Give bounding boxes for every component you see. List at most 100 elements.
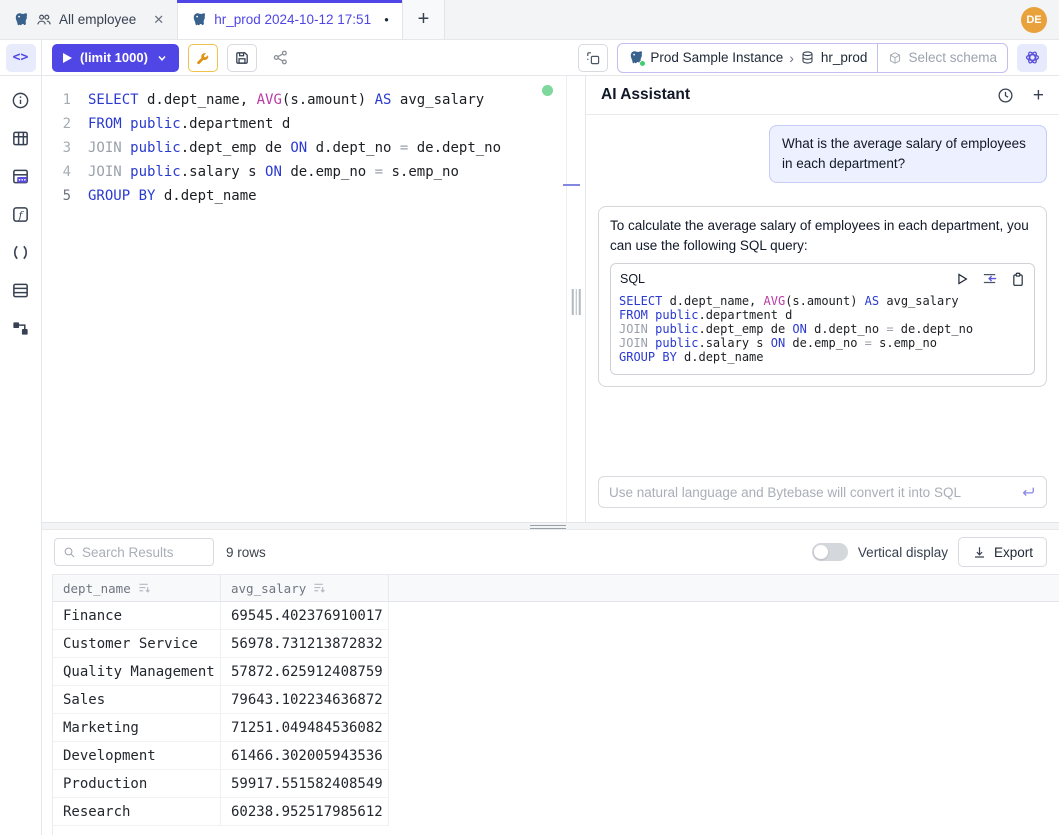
- scroll-ruler-mark: [563, 184, 580, 186]
- new-chat-icon[interactable]: +: [1033, 86, 1044, 105]
- postgresql-icon: [191, 12, 207, 28]
- database-icon: [800, 50, 815, 65]
- insert-into-editor-icon[interactable]: [982, 272, 998, 286]
- vertical-splitter[interactable]: [566, 76, 585, 522]
- results-header-right: Vertical display Export: [812, 537, 1047, 567]
- table-cell[interactable]: Production: [53, 770, 221, 798]
- format-icon: [585, 50, 601, 66]
- column-header-dept-name[interactable]: dept_name: [53, 575, 221, 601]
- table-row[interactable]: Finance69545.402376910017: [53, 602, 1059, 630]
- run-button[interactable]: (limit 1000): [52, 44, 179, 72]
- table-row[interactable]: Sales79643.102234636872: [53, 686, 1059, 714]
- sql-editor[interactable]: 1SELECT d.dept_name, AVG(s.amount) AS av…: [42, 76, 566, 522]
- horizontal-splitter[interactable]: [42, 522, 1059, 530]
- table-cell[interactable]: 69545.402376910017: [221, 602, 389, 630]
- table-cell[interactable]: Research: [53, 798, 221, 826]
- table-row[interactable]: Research60238.952517985612: [53, 798, 1059, 826]
- history-clock-icon[interactable]: [997, 87, 1014, 104]
- save-button[interactable]: [227, 44, 257, 72]
- table-cell[interactable]: Marketing: [53, 714, 221, 742]
- worksheets-icon[interactable]: [10, 127, 32, 149]
- table-cell[interactable]: 59917.551582408549: [221, 770, 389, 798]
- editor-lines: 1SELECT d.dept_name, AVG(s.amount) AS av…: [42, 88, 566, 208]
- table-cell[interactable]: 56978.731213872832: [221, 630, 389, 658]
- result-table-body: Finance69545.402376910017Customer Servic…: [53, 602, 1059, 826]
- table-cell[interactable]: 60238.952517985612: [221, 798, 389, 826]
- connection-main[interactable]: Prod Sample Instance › hr_prod: [618, 44, 877, 72]
- select-schema-button[interactable]: Select schema: [877, 44, 1007, 72]
- export-button[interactable]: Export: [958, 537, 1047, 567]
- column-header-avg-salary[interactable]: avg_salary: [221, 575, 389, 601]
- table-cell[interactable]: 57872.625912408759: [221, 658, 389, 686]
- ai-code-sql: SELECT d.dept_name, AVG(s.amount) AS avg…: [611, 291, 1034, 374]
- svg-text:f: f: [18, 209, 25, 221]
- tab-bar-spacer: [445, 0, 1021, 39]
- close-icon[interactable]: ✕: [153, 12, 164, 28]
- share-button[interactable]: [266, 44, 296, 72]
- vertical-display-label: Vertical display: [858, 545, 948, 560]
- toolbar: <> (limit 1000): [0, 40, 1059, 76]
- info-icon[interactable]: [10, 89, 32, 111]
- parentheses-icon[interactable]: [10, 241, 32, 263]
- toolbar-right: Prod Sample Instance › hr_prod Select sc…: [569, 43, 1059, 73]
- toolbar-code-cell: <>: [0, 40, 42, 75]
- table-row-filler: [389, 686, 1059, 714]
- table-cell[interactable]: Quality Management: [53, 658, 221, 686]
- table-row-filler: [389, 714, 1059, 742]
- content: 1SELECT d.dept_name, AVG(s.amount) AS av…: [42, 76, 1059, 835]
- sql-code-icon[interactable]: <>: [6, 44, 36, 72]
- table-cell[interactable]: 61466.302005943536: [221, 742, 389, 770]
- table-row[interactable]: Development61466.302005943536: [53, 742, 1059, 770]
- connection-breadcrumb[interactable]: Prod Sample Instance › hr_prod Select sc…: [617, 43, 1008, 73]
- table-row[interactable]: Marketing71251.049484536082: [53, 714, 1059, 742]
- ai-code-block: SQL SELECT d.dept_name, AVG(s.amount) AS…: [610, 263, 1035, 375]
- search-results-input[interactable]: [82, 545, 205, 560]
- row-count: 9 rows: [226, 545, 266, 560]
- ai-prompt-input[interactable]: [609, 485, 1020, 500]
- ai-messages: What is the average salary of employees …: [586, 115, 1059, 466]
- table-row[interactable]: Production59917.551582408549: [53, 770, 1059, 798]
- enter-return-icon[interactable]: [1020, 485, 1036, 499]
- openai-icon: [1024, 49, 1041, 66]
- ai-answer-bubble: To calculate the average salary of emplo…: [598, 206, 1047, 387]
- table-cell[interactable]: Development: [53, 742, 221, 770]
- er-diagram-icon[interactable]: [10, 317, 32, 339]
- table-row[interactable]: Customer Service56978.731213872832: [53, 630, 1059, 658]
- format-sql-button[interactable]: [578, 44, 608, 72]
- editor-ai-row: 1SELECT d.dept_name, AVG(s.amount) AS av…: [42, 76, 1059, 522]
- tab-label: All employee: [59, 12, 136, 27]
- table-row[interactable]: Quality Management57872.625912408759: [53, 658, 1059, 686]
- avatar[interactable]: DE: [1021, 7, 1047, 33]
- table-cell[interactable]: 79643.102234636872: [221, 686, 389, 714]
- postgresql-icon: [13, 12, 29, 28]
- tab-all-employee[interactable]: All employee ✕: [0, 0, 178, 39]
- wrench-icon: [195, 50, 211, 66]
- tab-hr-prod[interactable]: hr_prod 2024-10-12 17:51 ●: [178, 0, 403, 39]
- column-header-filler: [389, 575, 1059, 601]
- ai-assistant-button[interactable]: [1017, 44, 1047, 72]
- new-tab-button[interactable]: +: [403, 0, 445, 39]
- chevron-down-icon: [156, 52, 168, 64]
- table-row-filler: [389, 630, 1059, 658]
- functions-icon[interactable]: f: [10, 203, 32, 225]
- body: f 1SELECT d.dept_name, AVG(s.amount) AS …: [0, 76, 1059, 835]
- copy-icon[interactable]: [1011, 272, 1025, 287]
- schema-diagram-icon[interactable]: [10, 165, 32, 187]
- code-language-label: SQL: [620, 269, 645, 289]
- splitter-handle-icon: [572, 289, 581, 315]
- search-icon: [63, 545, 76, 560]
- tables-icon[interactable]: [10, 279, 32, 301]
- search-box: [54, 538, 214, 566]
- table-cell[interactable]: Finance: [53, 602, 221, 630]
- vertical-display-toggle[interactable]: [812, 543, 848, 561]
- run-query-icon[interactable]: [955, 272, 969, 286]
- table-cell[interactable]: 71251.049484536082: [221, 714, 389, 742]
- share-icon: [272, 49, 289, 66]
- admin-wrench-button[interactable]: [188, 44, 218, 72]
- results-header: 9 rows Vertical display Export: [42, 530, 1059, 574]
- table-cell[interactable]: Customer Service: [53, 630, 221, 658]
- table-row-filler: [389, 742, 1059, 770]
- ai-header: AI Assistant +: [586, 76, 1059, 115]
- table-cell[interactable]: Sales: [53, 686, 221, 714]
- left-sidebar: f: [0, 76, 42, 835]
